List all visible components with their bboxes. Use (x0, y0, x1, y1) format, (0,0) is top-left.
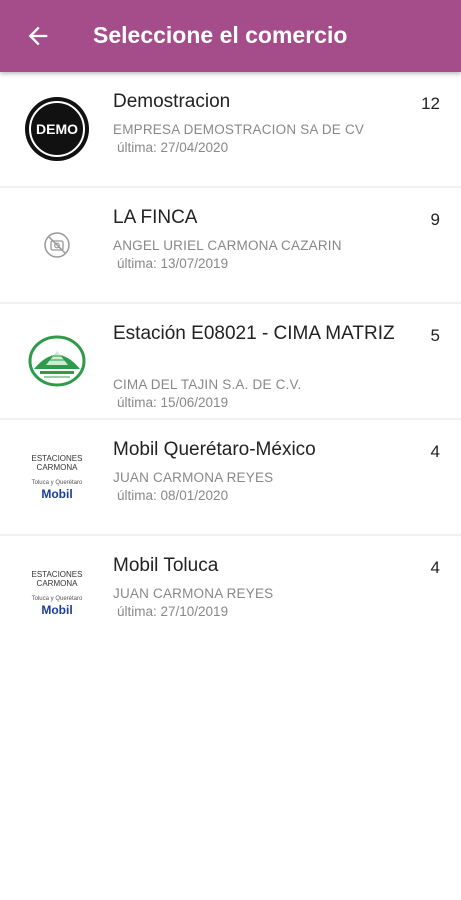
merchant-row[interactable]: LA FINCA ANGEL URIEL CARMONA CAZARIN últ… (0, 188, 461, 304)
merchant-count: 12 (421, 94, 440, 113)
merchant-row[interactable]: DEMO Demostracion EMPRESA DEMOSTRACION S… (0, 72, 461, 188)
merchant-count: 9 (430, 210, 440, 229)
merchant-owner: CIMA DEL TAJIN S.A. DE C.V. (113, 377, 302, 392)
merchant-logo: DEMO (20, 94, 94, 164)
merchant-owner: EMPRESA DEMOSTRACION SA DE CV (113, 122, 365, 137)
merchant-last-date: última: 08/01/2020 (117, 488, 229, 503)
logo-brand-name: ESTACIONES CARMONA (31, 453, 83, 472)
merchant-last-date: última: 27/10/2019 (117, 604, 229, 619)
merchant-last-date: última: 27/04/2020 (117, 140, 229, 155)
no-image-icon (20, 210, 94, 280)
merchant-last-date: última: 13/07/2019 (117, 256, 229, 271)
mobil-logo: Mobil (41, 486, 73, 501)
app-bar: Seleccione el comercio (0, 0, 461, 72)
merchant-last-date: última: 15/06/2019 (117, 395, 229, 410)
merchant-list: DEMO Demostracion EMPRESA DEMOSTRACION S… (0, 72, 461, 650)
merchant-row[interactable]: ESTACIONES CARMONA Toluca y Querétaro Mo… (0, 536, 461, 650)
logo-subtitle: Toluca y Querétaro (31, 479, 83, 486)
merchant-owner: ANGEL URIEL CARMONA CAZARIN (113, 238, 342, 253)
merchant-name: Mobil Querétaro-México (113, 439, 316, 460)
merchant-name: LA FINCA (113, 207, 198, 228)
merchant-logo: ESTACIONES CARMONA Toluca y Querétaro Mo… (20, 442, 94, 512)
merchant-count: 4 (430, 442, 440, 461)
merchant-row[interactable]: ESTACIONES CARMONA Toluca y Querétaro Mo… (0, 420, 461, 536)
logo-brand-name: ESTACIONES CARMONA (31, 569, 83, 588)
merchant-count: 5 (430, 326, 440, 345)
merchant-name: Demostracion (113, 91, 231, 112)
merchant-count: 4 (430, 558, 440, 577)
merchant-name: Mobil Toluca (113, 555, 219, 576)
arrow-left-icon[interactable] (24, 22, 52, 50)
merchant-logo: ESTACIONES CARMONA Toluca y Querétaro Mo… (20, 558, 94, 628)
merchant-name: Estación E08021 - CIMA MATRIZ (113, 323, 395, 344)
mobil-logo: Mobil (41, 602, 73, 617)
page-title: Seleccione el comercio (93, 22, 348, 48)
demo-logo-text: DEMO (36, 121, 78, 137)
merchant-row[interactable]: Estación E08021 - CIMA MATRIZ CIMA DEL T… (0, 304, 461, 420)
merchant-logo (20, 326, 94, 396)
merchant-owner: JUAN CARMONA REYES (113, 586, 274, 601)
logo-subtitle: Toluca y Querétaro (31, 595, 83, 602)
merchant-owner: JUAN CARMONA REYES (113, 470, 274, 485)
